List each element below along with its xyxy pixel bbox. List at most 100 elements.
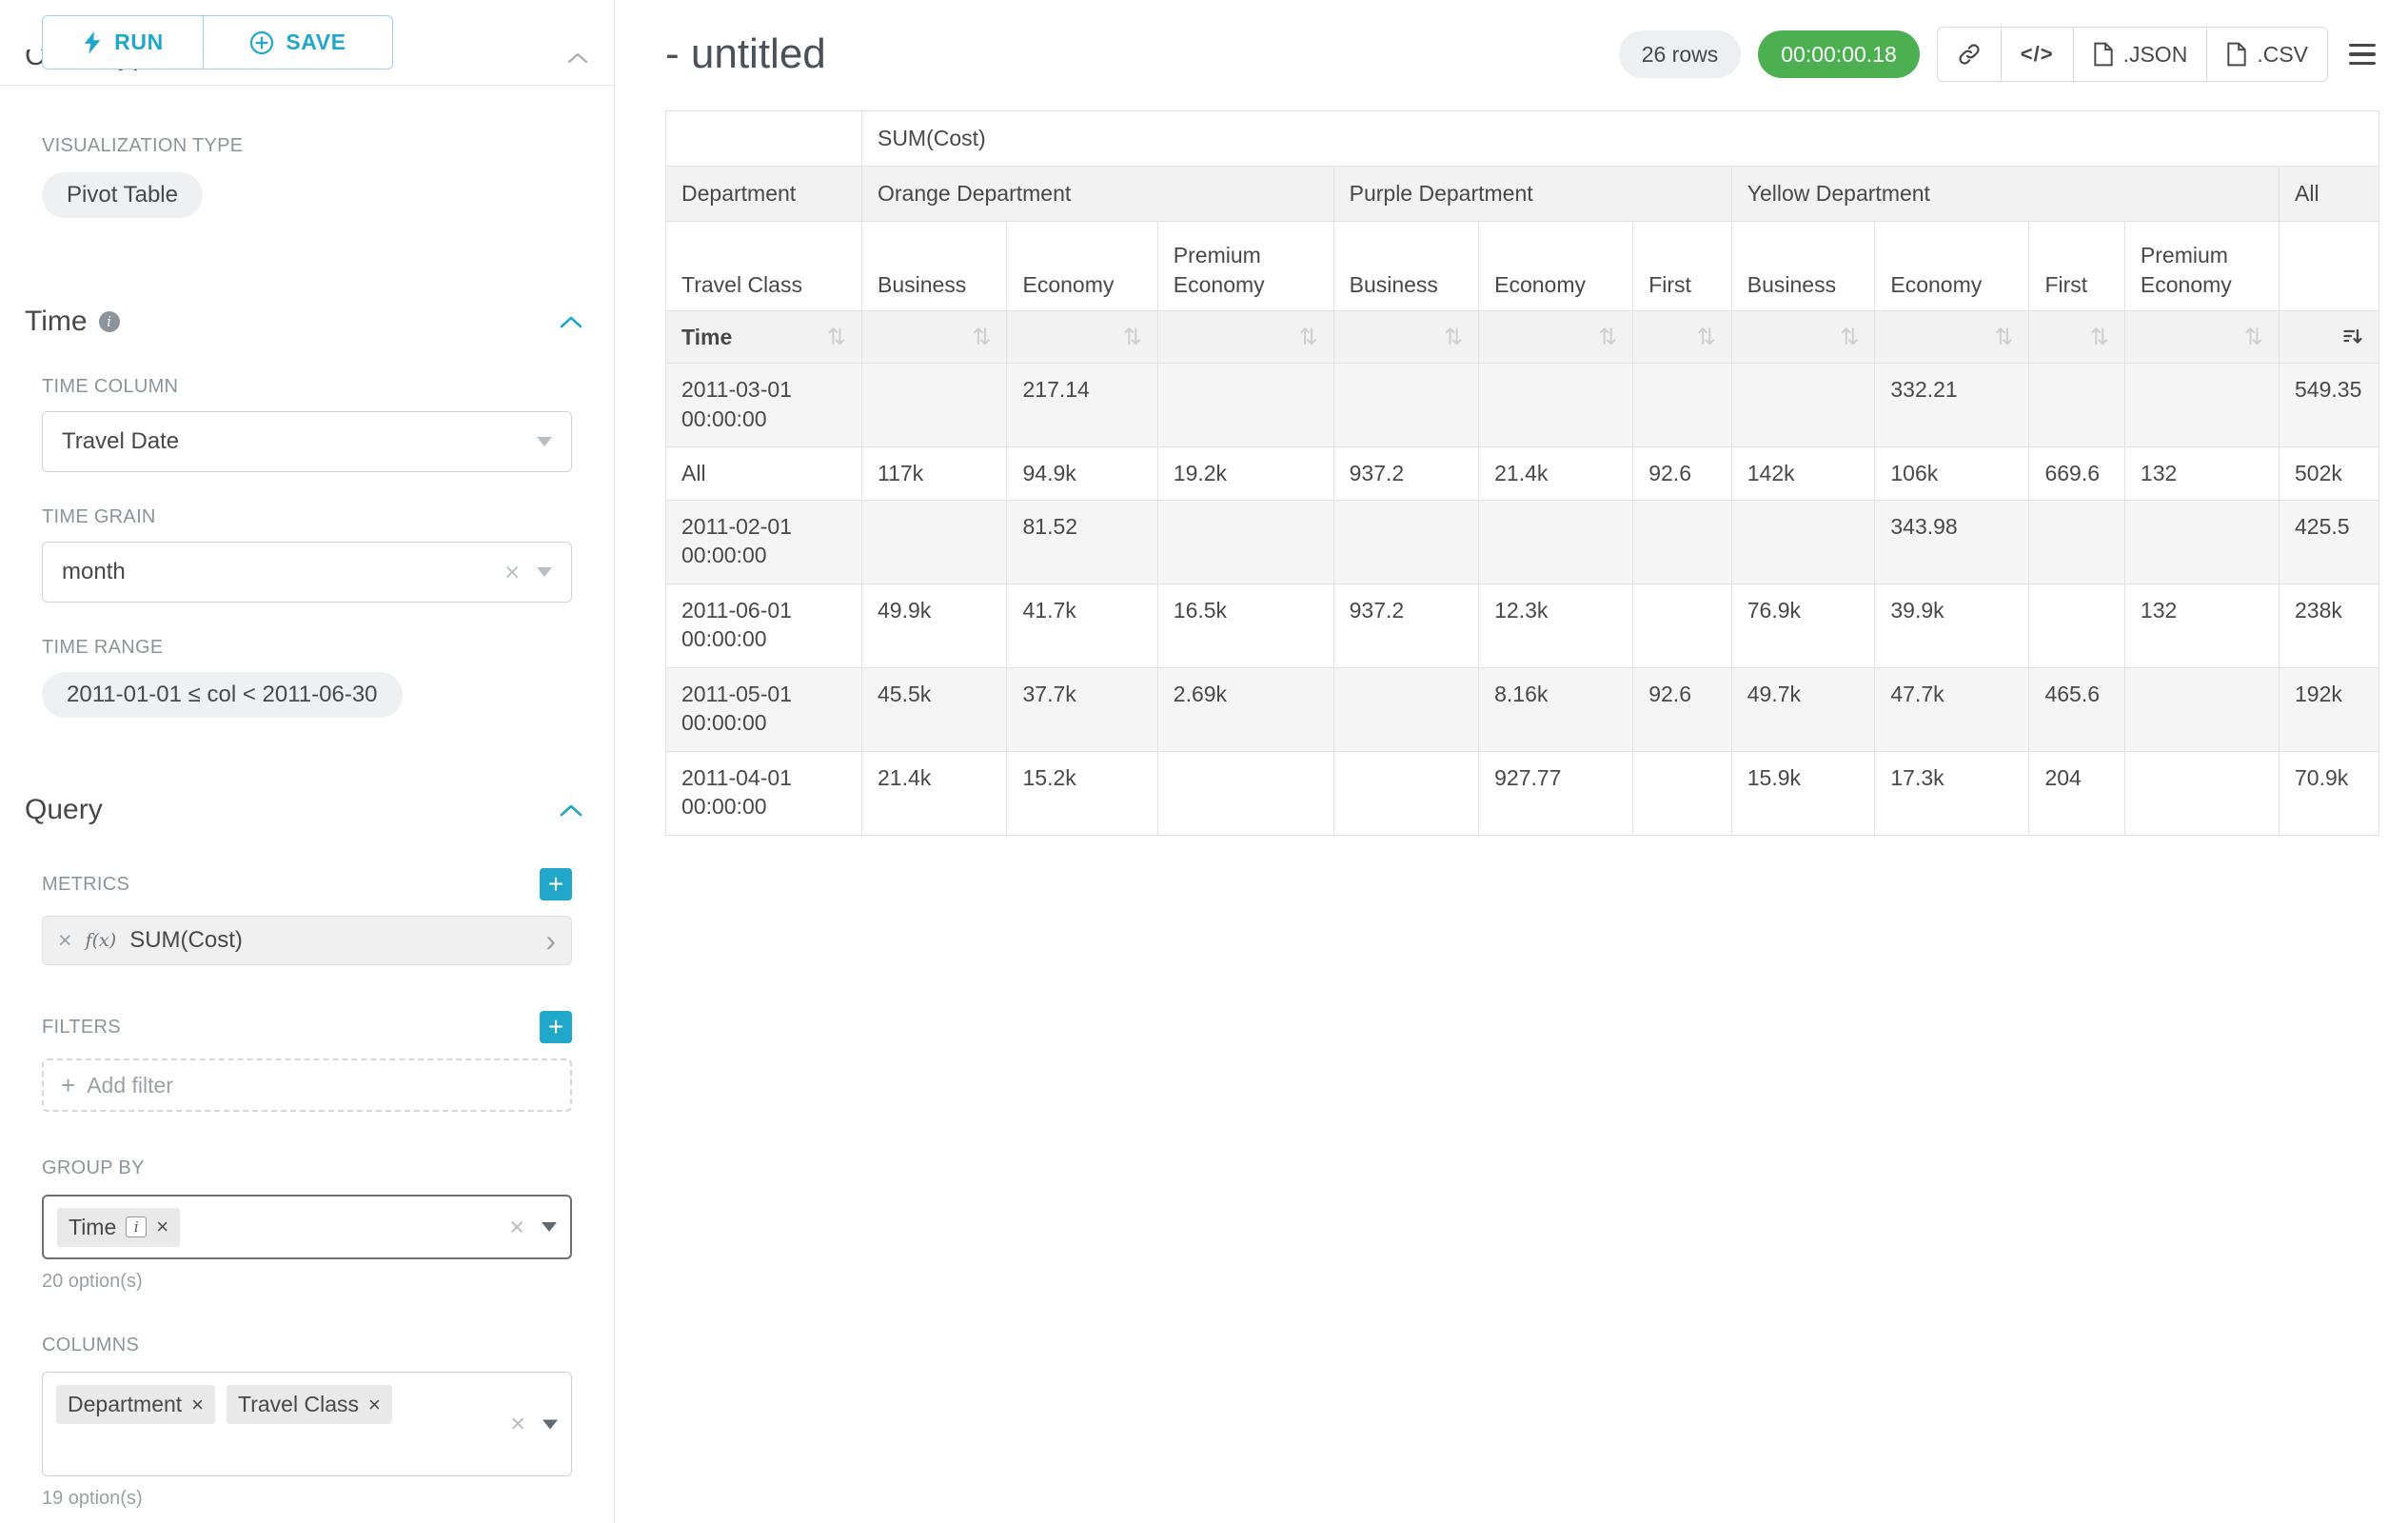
- clear-icon[interactable]: ×: [510, 1412, 525, 1437]
- visualization-type-label: VISUALIZATION TYPE: [42, 135, 583, 157]
- group-by-options-hint: 20 option(s): [42, 1271, 583, 1293]
- pivot-column-group-header: Orange Department: [861, 167, 1333, 222]
- pivot-value-cell: 117k: [861, 447, 1007, 500]
- pivot-value-cell: 937.2: [1333, 447, 1479, 500]
- menu-button[interactable]: [2345, 38, 2379, 71]
- pivot-data-row: 2011-02-01 00:00:0081.52343.98425.5: [666, 500, 2379, 583]
- group-by-select[interactable]: Time i × ×: [42, 1195, 572, 1259]
- sort-icon[interactable]: ⇅: [972, 326, 991, 348]
- pivot-row-label: 2011-06-01 00:00:00: [666, 583, 862, 667]
- collapse-chevron-icon[interactable]: [559, 802, 583, 818]
- sort-icon[interactable]: ⇅: [1299, 326, 1318, 348]
- sort-column-button[interactable]: ⇅: [1731, 311, 1875, 364]
- run-button-label: RUN: [114, 30, 164, 55]
- pivot-value-cell: [2029, 500, 2124, 583]
- pivot-value-cell: [1633, 364, 1732, 447]
- time-range-chip[interactable]: 2011-01-01 ≤ col < 2011-06-30: [42, 672, 403, 718]
- pivot-value-cell: 465.6: [2029, 667, 2124, 751]
- pivot-table: SUM(Cost)DepartmentOrange DepartmentPurp…: [665, 110, 2379, 836]
- pivot-column-group-header: Purple Department: [1333, 167, 1731, 222]
- pivot-value-cell: 41.7k: [1007, 583, 1157, 667]
- pivot-time-corner-sort[interactable]: Time⇅: [666, 311, 862, 364]
- pivot-value-cell: [1333, 364, 1479, 447]
- sort-icon[interactable]: ⇅: [1123, 326, 1142, 348]
- share-link-button[interactable]: [1937, 27, 2002, 82]
- export-csv-button[interactable]: .CSV: [2206, 27, 2328, 82]
- sort-icon[interactable]: ⇅: [1840, 326, 1859, 348]
- columns-select[interactable]: Department × Travel Class × ×: [42, 1372, 572, 1476]
- sort-descending-icon[interactable]: [2340, 326, 2363, 348]
- sort-column-button[interactable]: ⇅: [1633, 311, 1732, 364]
- time-grain-select[interactable]: month ×: [42, 542, 572, 603]
- pivot-value-cell: [2124, 500, 2279, 583]
- pivot-value-cell: 927.77: [1479, 751, 1633, 835]
- time-column-select[interactable]: Travel Date: [42, 411, 572, 472]
- clear-icon[interactable]: ×: [509, 1215, 524, 1240]
- sort-column-button[interactable]: ⇅: [1157, 311, 1333, 364]
- add-metric-button[interactable]: +: [540, 868, 572, 900]
- pivot-value-cell: 106k: [1875, 447, 2029, 500]
- clear-icon[interactable]: ×: [504, 560, 520, 585]
- pivot-value-cell: [1333, 667, 1479, 751]
- remove-chip-icon[interactable]: ×: [368, 1393, 381, 1417]
- sort-icon[interactable]: ⇅: [1994, 326, 2013, 348]
- metric-chip[interactable]: × f(x) SUM(Cost) ›: [42, 916, 572, 965]
- pivot-value-cell: [1633, 583, 1732, 667]
- sort-icon[interactable]: ⇅: [1598, 326, 1617, 348]
- chevron-right-icon[interactable]: ›: [545, 925, 556, 956]
- pivot-value-cell: 16.5k: [1157, 583, 1333, 667]
- pivot-empty-corner: [666, 111, 862, 167]
- pivot-column-header: Economy: [1875, 222, 2029, 311]
- pivot-travel-class-corner: Travel Class: [666, 222, 862, 311]
- save-button[interactable]: SAVE: [203, 15, 393, 69]
- remove-metric-icon[interactable]: ×: [58, 927, 72, 955]
- file-icon: [2226, 42, 2247, 67]
- pivot-value-cell: 49.7k: [1731, 667, 1875, 751]
- sort-icon[interactable]: ⇅: [1697, 326, 1716, 348]
- sort-icon[interactable]: ⇅: [1444, 326, 1463, 348]
- sort-icon[interactable]: ⇅: [827, 326, 846, 348]
- control-panel: Chart Type RUN SAVE VISUALIZATION TYPE P…: [0, 0, 615, 1523]
- chart-title: - untitled: [665, 30, 826, 78]
- time-section-title: Time: [25, 306, 88, 338]
- pivot-data-row: 2011-06-01 00:00:0049.9k41.7k16.5k937.21…: [666, 583, 2379, 667]
- sort-column-button[interactable]: ⇅: [2124, 311, 2279, 364]
- pivot-value-cell: [861, 364, 1007, 447]
- export-json-button[interactable]: .JSON: [2073, 27, 2208, 82]
- save-button-label: SAVE: [286, 30, 345, 55]
- group-by-chip: Time i ×: [57, 1208, 180, 1247]
- sort-column-button[interactable]: ⇅: [2029, 311, 2124, 364]
- sort-column-button[interactable]: ⇅: [1333, 311, 1479, 364]
- sort-column-button[interactable]: [2280, 311, 2379, 364]
- sort-column-button[interactable]: ⇅: [1479, 311, 1633, 364]
- pivot-value-cell: 15.2k: [1007, 751, 1157, 835]
- remove-chip-icon[interactable]: ×: [156, 1215, 168, 1239]
- columns-label: COLUMNS: [42, 1335, 583, 1356]
- pivot-value-cell: [861, 500, 1007, 583]
- sort-column-button[interactable]: ⇅: [861, 311, 1007, 364]
- pivot-value-cell: [1479, 364, 1633, 447]
- add-filter-button[interactable]: + Add filter: [42, 1058, 572, 1112]
- pivot-value-cell: 142k: [1731, 447, 1875, 500]
- sort-column-button[interactable]: ⇅: [1007, 311, 1157, 364]
- columns-chip-label: Department: [68, 1392, 182, 1417]
- add-filter-plus-button[interactable]: +: [540, 1011, 572, 1043]
- sort-icon[interactable]: ⇅: [2244, 326, 2263, 348]
- chevron-up-icon: [566, 51, 589, 65]
- view-query-button[interactable]: </>: [2001, 27, 2074, 82]
- sort-icon[interactable]: ⇅: [2090, 326, 2109, 348]
- remove-chip-icon[interactable]: ×: [191, 1393, 204, 1417]
- pivot-value-cell: 204: [2029, 751, 2124, 835]
- pivot-column-group-header: Yellow Department: [1731, 167, 2279, 222]
- sort-column-button[interactable]: ⇅: [1875, 311, 2029, 364]
- collapse-chevron-icon[interactable]: [559, 314, 583, 329]
- info-icon: i: [99, 311, 120, 332]
- chevron-down-icon: [537, 437, 552, 446]
- pivot-value-cell: 70.9k: [2280, 751, 2379, 835]
- columns-options-hint: 19 option(s): [42, 1488, 583, 1510]
- pivot-value-cell: 92.6: [1633, 447, 1732, 500]
- query-section-title: Query: [25, 794, 103, 826]
- chevron-down-icon: [542, 1222, 557, 1232]
- viz-type-chip[interactable]: Pivot Table: [42, 172, 203, 218]
- run-button[interactable]: RUN: [42, 15, 204, 69]
